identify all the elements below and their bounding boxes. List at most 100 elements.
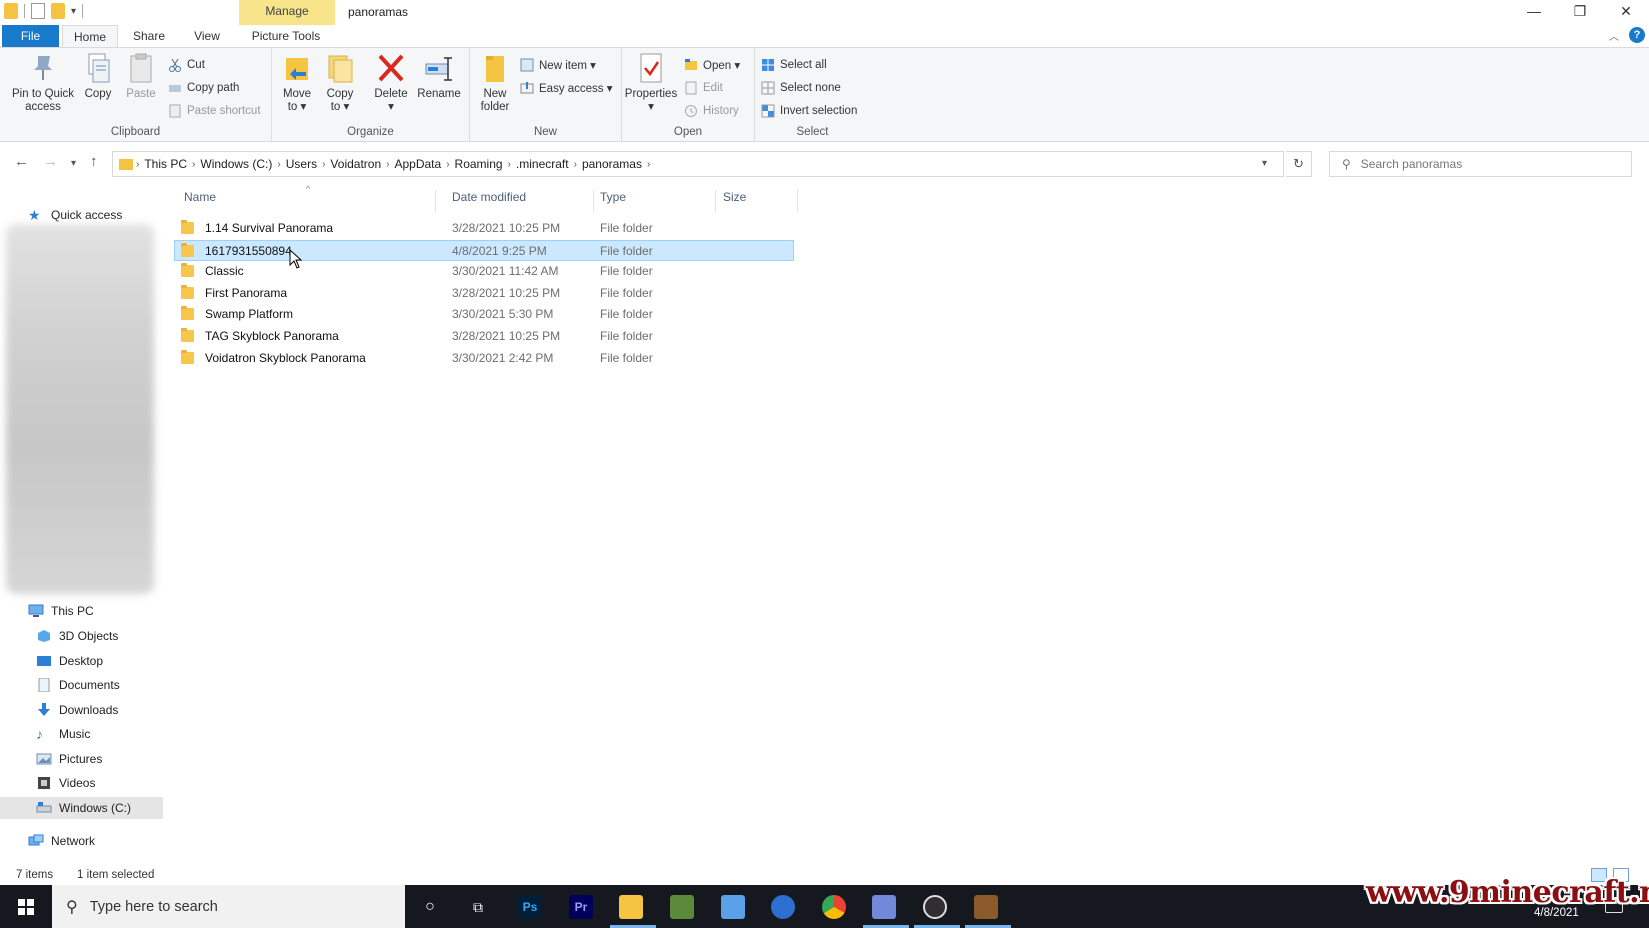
select-none-button[interactable]: Select none bbox=[761, 79, 841, 97]
chevron-right-icon[interactable]: › bbox=[136, 159, 139, 170]
breadcrumb-panoramas[interactable]: panoramas bbox=[582, 157, 642, 171]
column-header-name[interactable]: Name bbox=[184, 190, 216, 210]
chevron-right-icon[interactable]: › bbox=[192, 159, 195, 170]
file-row[interactable]: TAG Skyblock Panorama 3/28/2021 10:25 PM… bbox=[175, 326, 795, 347]
file-explorer-icon[interactable] bbox=[619, 895, 643, 919]
paste-label: Paste bbox=[126, 88, 156, 100]
breadcrumb-windows-c[interactable]: Windows (C:) bbox=[200, 157, 272, 171]
start-button[interactable] bbox=[0, 885, 52, 928]
new-folder-button[interactable]: New folder bbox=[476, 52, 514, 114]
address-bar[interactable]: › This PC › Windows (C:) › Users › Voida… bbox=[112, 151, 1284, 177]
chevron-right-icon[interactable]: › bbox=[446, 159, 449, 170]
properties-button[interactable]: Properties ▾ bbox=[623, 52, 679, 114]
nav-music[interactable]: ♪ Music bbox=[0, 723, 163, 745]
task-view-icon[interactable]: ⧉ bbox=[466, 895, 490, 919]
recent-locations-icon[interactable]: ▾ bbox=[71, 158, 76, 169]
breadcrumb-appdata[interactable]: AppData bbox=[394, 157, 441, 171]
nav-quick-access[interactable]: ★ Quick access bbox=[0, 204, 163, 226]
search-input[interactable]: ⚲ Search panoramas bbox=[1329, 151, 1632, 177]
pin-to-quick-access-button[interactable]: Pin to Quick access bbox=[8, 52, 78, 114]
nav-windows-c[interactable]: Windows (C:) bbox=[0, 797, 163, 819]
select-all-button[interactable]: Select all bbox=[761, 56, 827, 74]
address-dropdown-icon[interactable]: ▾ bbox=[1262, 158, 1267, 169]
firefox-icon[interactable] bbox=[771, 895, 795, 919]
back-arrow-icon[interactable]: ← bbox=[14, 153, 29, 170]
customize-toolbar-icon[interactable]: ▾ bbox=[71, 6, 76, 17]
forward-arrow-icon[interactable]: → bbox=[43, 153, 58, 170]
taskbar-search-input[interactable]: ⚲ Type here to search bbox=[52, 885, 405, 928]
tab-picture-tools[interactable]: Picture Tools bbox=[240, 25, 332, 47]
history-button[interactable]: History bbox=[684, 102, 739, 120]
nav-this-pc[interactable]: This PC bbox=[0, 600, 163, 622]
chrome-icon[interactable] bbox=[822, 895, 846, 919]
breadcrumb-users[interactable]: Users bbox=[286, 157, 317, 171]
chevron-right-icon[interactable]: › bbox=[574, 159, 577, 170]
column-header-size[interactable]: Size bbox=[723, 190, 746, 210]
column-divider[interactable] bbox=[593, 190, 594, 212]
breadcrumb-minecraft[interactable]: .minecraft bbox=[516, 157, 569, 171]
new-folder-icon[interactable] bbox=[51, 3, 65, 19]
column-header-date-modified[interactable]: Date modified bbox=[452, 190, 526, 210]
close-button[interactable]: ✕ bbox=[1603, 0, 1649, 25]
properties-icon[interactable] bbox=[31, 3, 45, 19]
cortana-icon[interactable]: ○ bbox=[418, 895, 442, 919]
photoshop-icon[interactable]: Ps bbox=[518, 895, 542, 919]
discord-icon[interactable] bbox=[872, 895, 896, 919]
tab-share[interactable]: Share bbox=[124, 25, 174, 47]
column-divider[interactable] bbox=[797, 190, 798, 212]
minecraft-icon[interactable] bbox=[670, 895, 694, 919]
rename-button[interactable]: Rename bbox=[416, 52, 462, 101]
collapse-ribbon-icon[interactable]: ︿ bbox=[1609, 28, 1619, 43]
nav-desktop[interactable]: Desktop bbox=[0, 650, 163, 672]
edit-button[interactable]: Edit bbox=[684, 79, 723, 97]
nav-videos[interactable]: Videos bbox=[0, 772, 163, 794]
move-to-button[interactable]: Move to ▾ bbox=[280, 52, 314, 114]
file-row[interactable]: Swamp Platform 3/30/2021 5:30 PM File fo… bbox=[175, 304, 795, 325]
new-item-button[interactable]: New item ▾ bbox=[520, 56, 596, 74]
tab-home[interactable]: Home bbox=[62, 25, 118, 47]
copy-path-button[interactable]: Copy path bbox=[168, 79, 239, 97]
copy-to-button[interactable]: Copy to ▾ bbox=[323, 52, 357, 114]
nav-downloads[interactable]: Downloads bbox=[0, 699, 163, 721]
up-arrow-icon[interactable]: ↑ bbox=[90, 153, 98, 170]
file-row-selected[interactable]: 1617931550894 4/8/2021 9:25 PM File fold… bbox=[174, 240, 794, 261]
file-row[interactable]: Classic 3/30/2021 11:42 AM File folder bbox=[175, 261, 795, 282]
premiere-icon[interactable]: Pr bbox=[569, 895, 593, 919]
tab-file[interactable]: File bbox=[2, 25, 59, 47]
restore-button[interactable]: ❐ bbox=[1557, 0, 1603, 25]
paste-shortcut-button[interactable]: Paste shortcut bbox=[168, 102, 261, 120]
manage-context-tab[interactable]: Manage bbox=[239, 0, 335, 25]
breadcrumb-this-pc[interactable]: This PC bbox=[144, 157, 187, 171]
file-row[interactable]: Voidatron Skyblock Panorama 3/30/2021 2:… bbox=[175, 348, 795, 369]
easy-access-button[interactable]: Easy access ▾ bbox=[520, 79, 613, 97]
cut-button[interactable]: Cut bbox=[168, 56, 205, 74]
chevron-right-icon[interactable]: › bbox=[647, 159, 650, 170]
invert-selection-button[interactable]: Invert selection bbox=[761, 102, 857, 120]
paste-button[interactable]: Paste bbox=[124, 52, 158, 101]
nav-documents[interactable]: Documents bbox=[0, 674, 163, 696]
chevron-right-icon[interactable]: › bbox=[508, 159, 511, 170]
nav-3d-objects[interactable]: 3D Objects bbox=[0, 625, 163, 647]
delete-button[interactable]: Delete ▾ bbox=[371, 52, 411, 114]
minecraft-launcher-icon[interactable] bbox=[974, 895, 998, 919]
tab-view[interactable]: View bbox=[182, 25, 232, 47]
breadcrumb-roaming[interactable]: Roaming bbox=[455, 157, 503, 171]
notepad-icon[interactable] bbox=[721, 895, 745, 919]
open-button[interactable]: Open ▾ bbox=[684, 56, 740, 74]
column-header-type[interactable]: Type bbox=[600, 190, 626, 210]
nav-pictures[interactable]: Pictures bbox=[0, 748, 163, 770]
obs-icon[interactable] bbox=[923, 895, 947, 919]
chevron-right-icon[interactable]: › bbox=[277, 159, 280, 170]
refresh-button[interactable]: ↻ bbox=[1286, 151, 1312, 177]
nav-network[interactable]: Network bbox=[0, 830, 163, 852]
file-row[interactable]: 1.14 Survival Panorama 3/28/2021 10:25 P… bbox=[175, 218, 795, 239]
chevron-right-icon[interactable]: › bbox=[386, 159, 389, 170]
file-row[interactable]: First Panorama 3/28/2021 10:25 PM File f… bbox=[175, 283, 795, 304]
help-icon[interactable]: ? bbox=[1629, 27, 1645, 43]
copy-button[interactable]: Copy bbox=[82, 52, 114, 101]
breadcrumb-voidatron[interactable]: Voidatron bbox=[330, 157, 381, 171]
chevron-right-icon[interactable]: › bbox=[322, 159, 325, 170]
minimize-button[interactable]: — bbox=[1511, 0, 1557, 25]
column-divider[interactable] bbox=[435, 190, 436, 212]
column-divider[interactable] bbox=[715, 190, 716, 212]
